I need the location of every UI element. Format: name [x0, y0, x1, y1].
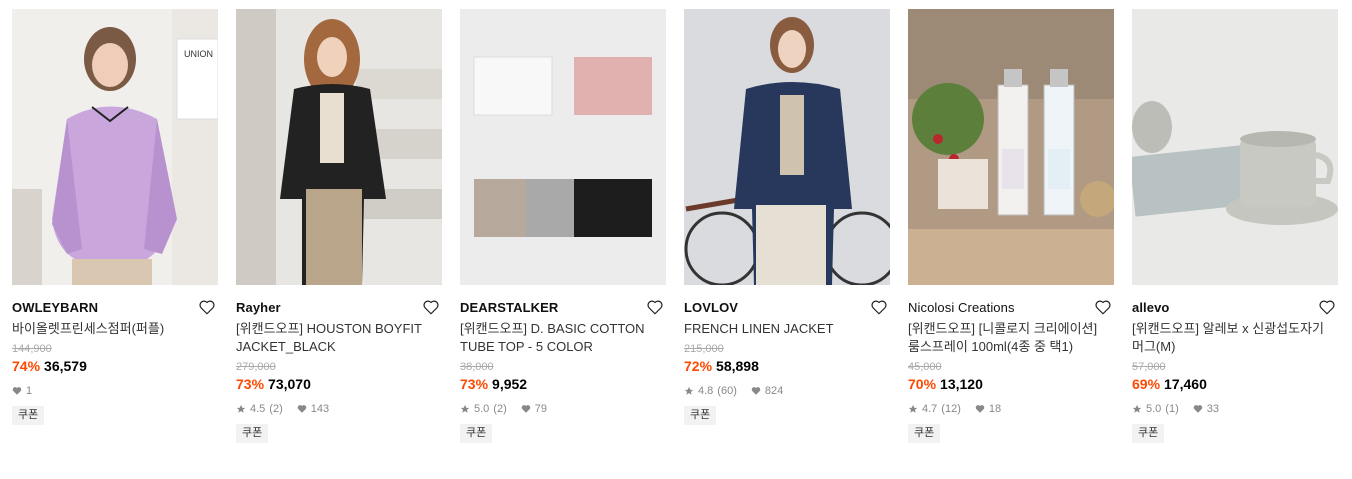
heart-filled-icon [12, 386, 22, 396]
rating-value: 4.5 [250, 403, 266, 415]
original-price: 38,000 [460, 361, 494, 373]
heart-icon[interactable] [1318, 298, 1336, 316]
star-icon [1132, 404, 1142, 414]
brand-name[interactable]: OWLEYBARN [12, 300, 98, 315]
original-price: 144,900 [12, 343, 52, 355]
coupon-badge: 쿠폰 [908, 424, 941, 443]
product-title[interactable]: [위캔드오프] 알레보 x 신광섭도자기 머그(M) [1132, 320, 1338, 356]
coupon-badge: 쿠폰 [1132, 424, 1165, 443]
heart-icon[interactable] [646, 298, 664, 316]
like-count: 143 [310, 403, 330, 415]
product-image[interactable] [236, 9, 442, 285]
product-image[interactable] [1132, 9, 1338, 285]
product-image[interactable]: UNION [12, 9, 218, 285]
sale-price: 36,579 [44, 358, 87, 374]
star-icon [460, 404, 470, 414]
product-title[interactable]: [위캔드오프] [니콜로지 크리에이션] 룸스프레이 100ml(4종 중 택1… [908, 320, 1114, 356]
heart-icon[interactable] [870, 298, 888, 316]
original-price: 279,000 [236, 361, 276, 373]
rating-value: 4.7 [922, 403, 938, 415]
product-title[interactable]: [위캔드오프] D. BASIC COTTON TUBE TOP - 5 COL… [460, 320, 666, 356]
heart-filled-icon [751, 386, 761, 396]
discount-rate: 69% [1132, 376, 1161, 392]
product-image[interactable] [460, 9, 666, 285]
like-count: 79 [534, 403, 547, 415]
coupon-badge: 쿠폰 [12, 406, 45, 425]
heart-icon[interactable] [198, 298, 216, 316]
sale-price: 9,952 [492, 376, 528, 392]
price-row: 73% 73,070 [236, 374, 442, 394]
heart-filled-icon [975, 404, 985, 414]
discount-rate: 70% [908, 376, 937, 392]
like-count: 1 [26, 385, 33, 397]
meta-row: 4.5 (2) 143 [236, 402, 442, 416]
review-count: (60) [717, 385, 737, 397]
meta-row: 4.8 (60) 824 [684, 384, 890, 398]
discount-rate: 74% [12, 358, 41, 374]
discount-rate: 73% [236, 376, 265, 392]
heart-filled-icon [521, 404, 531, 414]
heart-filled-icon [297, 404, 307, 414]
product-title[interactable]: FRENCH LINEN JACKET [684, 320, 890, 338]
brand-name[interactable]: allevo [1132, 300, 1169, 315]
sale-price: 73,070 [268, 376, 311, 392]
price-row: 73% 9,952 [460, 374, 666, 394]
heart-filled-icon [1193, 404, 1203, 414]
price-row: 69% 17,460 [1132, 374, 1338, 394]
coupon-badge: 쿠폰 [460, 424, 493, 443]
heart-icon[interactable] [422, 298, 440, 316]
union-sign-text: UNION [184, 49, 213, 59]
price-row: 70% 13,120 [908, 374, 1114, 394]
discount-rate: 72% [684, 358, 713, 374]
heart-icon[interactable] [1094, 298, 1112, 316]
review-count: (1) [1165, 403, 1179, 415]
meta-row: 4.7 (12) 18 [908, 402, 1114, 416]
product-card[interactable]: DEARSTALKER [위캔드오프] D. BASIC COTTON TUBE… [460, 9, 666, 443]
brand-name[interactable]: Nicolosi Creations [908, 300, 1015, 315]
like-count: 18 [988, 403, 1002, 415]
price-row: 74% 36,579 [12, 356, 218, 376]
review-count: (2) [493, 403, 507, 415]
brand-name[interactable]: Rayher [236, 300, 281, 315]
discount-rate: 73% [460, 376, 489, 392]
like-count: 824 [764, 385, 784, 397]
sale-price: 58,898 [716, 358, 759, 374]
product-card[interactable]: Rayher [위캔드오프] HOUSTON BOYFIT JACKET_BLA… [236, 9, 442, 443]
rating-value: 5.0 [1146, 403, 1162, 415]
rating-value: 5.0 [474, 403, 490, 415]
like-count: 33 [1206, 403, 1219, 415]
price-row: 72% 58,898 [684, 356, 890, 376]
product-grid: UNION OWLEYBARN 바이올렛프린세스점퍼(퍼플) 144,900 7… [0, 0, 1352, 479]
product-card[interactable]: UNION OWLEYBARN 바이올렛프린세스점퍼(퍼플) 144,900 7… [12, 9, 218, 425]
star-icon [908, 404, 918, 414]
original-price: 45,000 [908, 361, 942, 373]
product-image[interactable] [908, 9, 1114, 285]
sale-price: 13,120 [940, 376, 983, 392]
review-count: (12) [941, 403, 961, 415]
meta-row: 1 [12, 384, 218, 398]
meta-row: 5.0 (1) 33 [1132, 402, 1338, 416]
original-price: 57,000 [1132, 361, 1166, 373]
star-icon [236, 404, 246, 414]
sale-price: 17,460 [1164, 376, 1207, 392]
product-title[interactable]: 바이올렛프린세스점퍼(퍼플) [12, 320, 218, 338]
star-icon [684, 386, 694, 396]
product-card[interactable]: Nicolosi Creations [위캔드오프] [니콜로지 크리에이션] … [908, 9, 1114, 443]
coupon-badge: 쿠폰 [236, 424, 269, 443]
product-card[interactable]: LOVLOV FRENCH LINEN JACKET 215,000 72% 58… [684, 9, 890, 425]
brand-name[interactable]: DEARSTALKER [460, 300, 558, 315]
review-count: (2) [269, 403, 283, 415]
coupon-badge: 쿠폰 [684, 406, 717, 425]
original-price: 215,000 [684, 343, 724, 355]
meta-row: 5.0 (2) 79 [460, 402, 666, 416]
brand-name[interactable]: LOVLOV [684, 300, 738, 315]
product-image[interactable] [684, 9, 890, 285]
product-card[interactable]: allevo [위캔드오프] 알레보 x 신광섭도자기 머그(M) 57,000… [1132, 9, 1338, 443]
rating-value: 4.8 [698, 385, 714, 397]
product-title[interactable]: [위캔드오프] HOUSTON BOYFIT JACKET_BLACK [236, 320, 442, 356]
